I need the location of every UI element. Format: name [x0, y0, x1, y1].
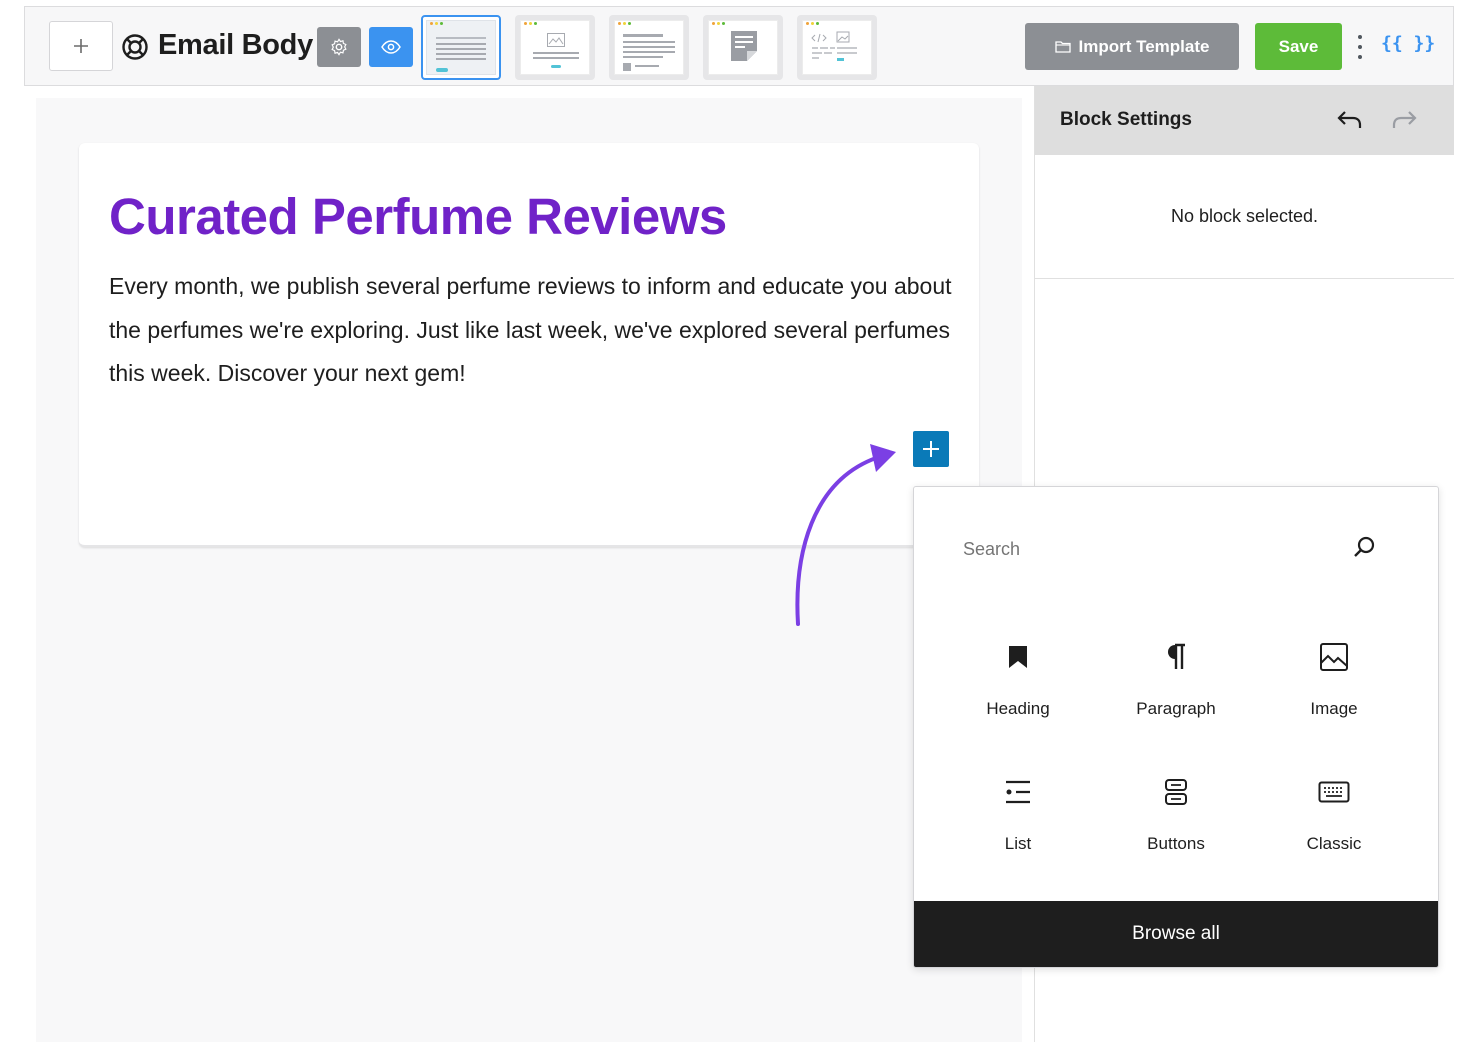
insert-block-button[interactable]: [913, 431, 949, 467]
kebab-icon[interactable]: [1353, 35, 1367, 59]
page-title: Email Body: [158, 29, 313, 61]
plus-icon: [74, 39, 88, 53]
block-paragraph-label: Paragraph: [1136, 699, 1216, 718]
email-paragraph[interactable]: Every month, we publish several perfume …: [109, 265, 959, 396]
top-toolbar: Email Body Import Template Save {{}}: [24, 6, 1454, 86]
block-image-label: Image: [1310, 699, 1358, 718]
redo-icon[interactable]: [1389, 106, 1419, 134]
template-thumbnail-text[interactable]: [421, 15, 501, 80]
save-button[interactable]: Save: [1255, 23, 1342, 70]
search-icon[interactable]: [1351, 534, 1377, 560]
sidebar-header: Block Settings: [1035, 86, 1454, 155]
block-buttons-label: Buttons: [1147, 834, 1205, 853]
annotation-arrow-icon: [795, 444, 896, 626]
template-thumbnail-html-image[interactable]: [797, 15, 877, 80]
lifebuoy-icon: [122, 34, 148, 60]
block-heading[interactable]: Heading: [948, 637, 1088, 719]
block-paragraph[interactable]: Paragraph: [1106, 637, 1246, 719]
bookmark-icon: [1009, 646, 1027, 668]
block-list[interactable]: List: [948, 772, 1088, 854]
browse-all-button[interactable]: Browse all: [914, 901, 1438, 967]
folder-icon: [1054, 41, 1071, 53]
import-template-button[interactable]: Import Template: [1025, 23, 1239, 70]
template-thumbnail-note[interactable]: [703, 15, 783, 80]
keyboard-icon: [1318, 781, 1350, 803]
email-heading[interactable]: Curated Perfume Reviews: [109, 187, 727, 246]
pilcrow-icon: [1168, 643, 1185, 669]
block-classic[interactable]: Classic: [1264, 772, 1404, 854]
template-thumbnail-image[interactable]: [515, 15, 595, 80]
block-buttons[interactable]: Buttons: [1106, 772, 1246, 854]
settings-button[interactable]: [317, 27, 361, 67]
buttons-icon: [1165, 779, 1187, 805]
block-list-label: List: [1004, 834, 1032, 853]
list-icon: [1006, 780, 1030, 804]
image-icon: [1320, 643, 1348, 671]
block-heading-label: Heading: [986, 699, 1050, 718]
eye-icon: [381, 40, 401, 54]
preview-button[interactable]: [369, 27, 413, 67]
gear-icon: [331, 38, 347, 56]
add-block-button[interactable]: [49, 21, 113, 71]
block-image[interactable]: Image: [1264, 637, 1404, 719]
undo-icon[interactable]: [1335, 106, 1365, 134]
merge-tags-button[interactable]: {{ }}: [1381, 33, 1435, 54]
block-inserter-popover: Search Heading Paragraph Image List Butt…: [913, 486, 1439, 968]
import-template-label: Import Template: [1078, 36, 1210, 56]
block-search-input[interactable]: Search: [963, 539, 1020, 560]
template-thumbnail-article[interactable]: [609, 15, 689, 80]
sidebar-title: Block Settings: [1060, 109, 1192, 130]
plus-icon: [923, 441, 939, 457]
block-classic-label: Classic: [1306, 834, 1362, 853]
no-block-selected-message: No block selected.: [1035, 155, 1454, 279]
